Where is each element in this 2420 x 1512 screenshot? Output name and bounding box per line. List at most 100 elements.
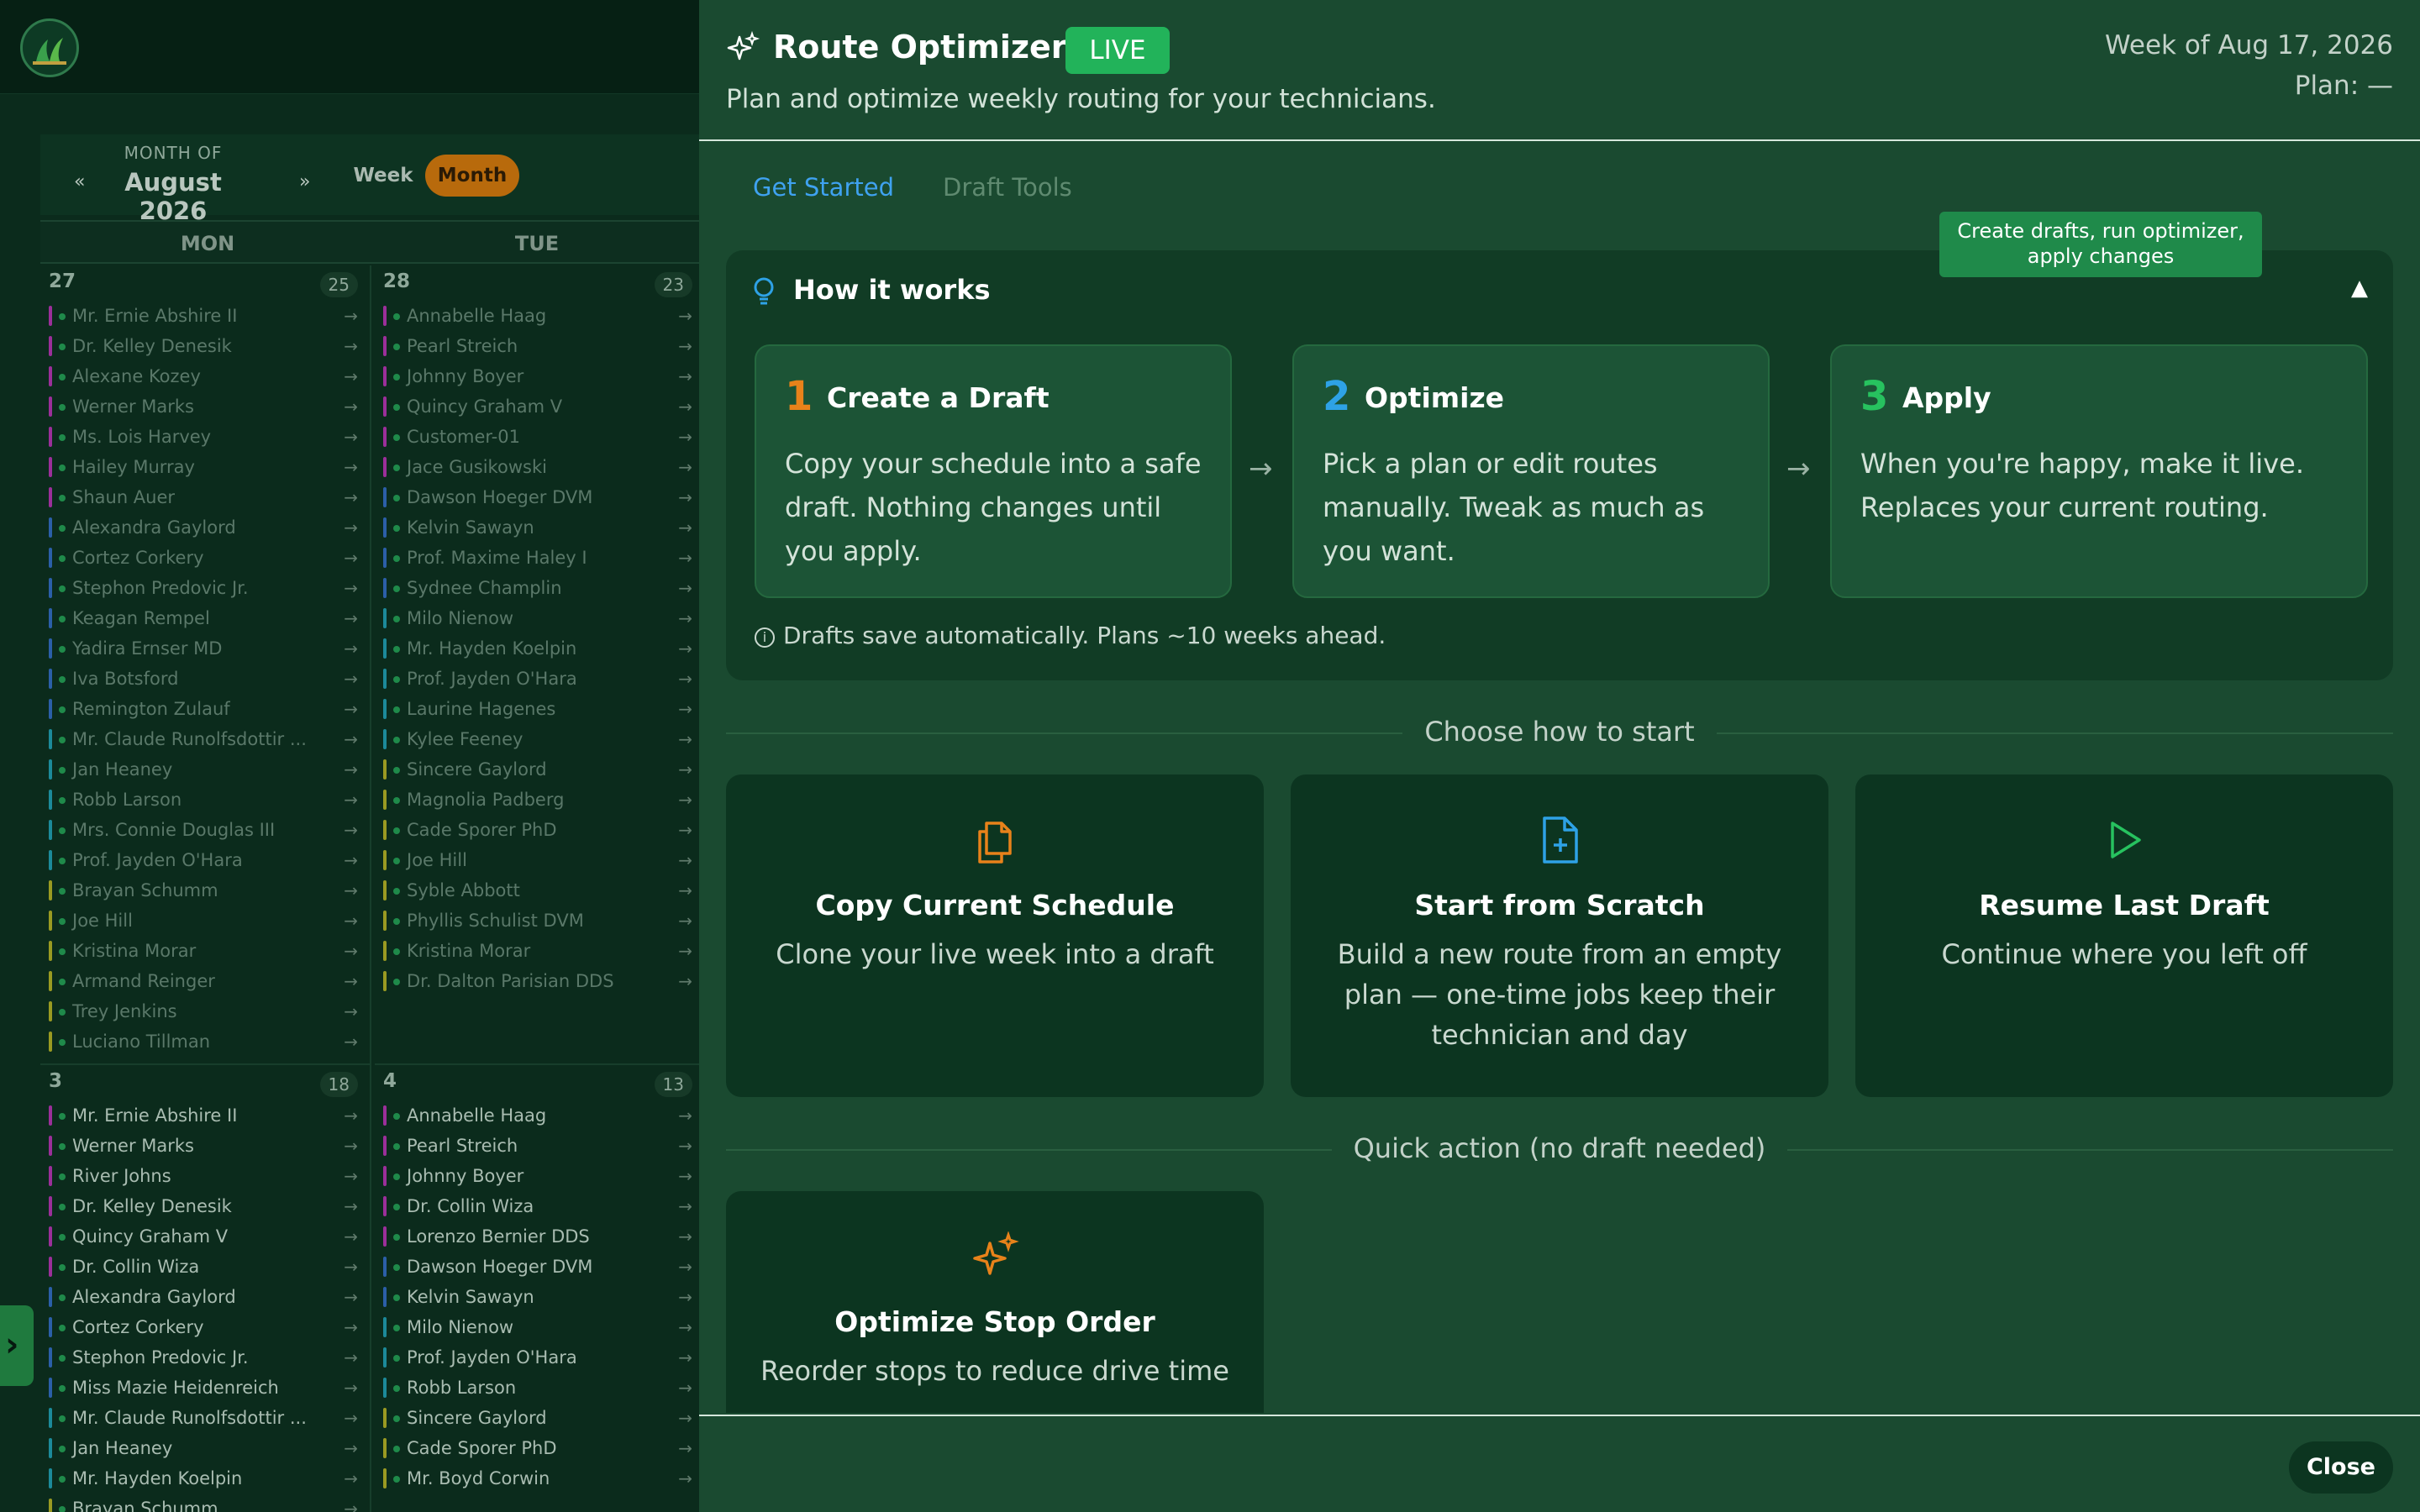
appointment-item[interactable]: Dr. Collin Wiza →: [45, 1252, 365, 1282]
status-dot-icon: [393, 495, 400, 501]
appointment-item[interactable]: Keagan Rempel →: [45, 603, 365, 633]
appointment-item[interactable]: Sydnee Champlin →: [380, 573, 699, 603]
appointment-item[interactable]: Syble Abbott →: [380, 875, 699, 906]
appointment-item[interactable]: Joe Hill →: [380, 845, 699, 875]
appointment-item[interactable]: Sincere Gaylord →: [380, 1403, 699, 1433]
appointment-item[interactable]: Milo Nienow →: [380, 603, 699, 633]
appointment-item[interactable]: Alexandra Gaylord →: [45, 1282, 365, 1312]
appointment-item[interactable]: Phyllis Schulist DVM →: [380, 906, 699, 936]
next-month-button[interactable]: »: [299, 171, 310, 192]
appointment-item[interactable]: Prof. Jayden O'Hara →: [45, 845, 365, 875]
appointment-item[interactable]: Mr. Hayden Koelpin →: [45, 1463, 365, 1494]
appointment-item[interactable]: Kelvin Sawayn →: [380, 512, 699, 543]
day-cell[interactable]: 3 18 Mr. Ernie Abshire II → Werner Marks → R…: [40, 1063, 371, 1512]
appointment-item[interactable]: River Johns →: [45, 1161, 365, 1191]
appointment-item[interactable]: Ms. Lois Harvey →: [45, 422, 365, 452]
prev-month-button[interactable]: «: [74, 171, 85, 192]
arrow-right-icon: →: [344, 1438, 358, 1458]
appointment-item[interactable]: Mr. Claude Runolfsdottir ... →: [45, 1403, 365, 1433]
tab-draft-tools[interactable]: Draft Tools: [943, 173, 1072, 202]
appointment-item[interactable]: Trey Jenkins →: [45, 996, 365, 1026]
appointment-item[interactable]: Quincy Graham V →: [380, 391, 699, 422]
appointment-item[interactable]: Dr. Collin Wiza →: [380, 1191, 699, 1221]
appointment-item[interactable]: Johnny Boyer →: [380, 361, 699, 391]
appointment-item[interactable]: Werner Marks →: [45, 1131, 365, 1161]
appointment-item[interactable]: Mrs. Connie Douglas III →: [45, 815, 365, 845]
appointment-item[interactable]: Dr. Dalton Parisian DDS →: [380, 966, 699, 996]
appointment-item[interactable]: Kylee Feeney →: [380, 724, 699, 754]
appointment-item[interactable]: Robb Larson →: [380, 1373, 699, 1403]
appointment-item[interactable]: Prof. Jayden O'Hara →: [380, 1342, 699, 1373]
appointment-item[interactable]: Annabelle Haag →: [380, 1100, 699, 1131]
appointment-item[interactable]: Alexandra Gaylord →: [45, 512, 365, 543]
day-cell[interactable]: 4 13 Annabelle Haag → Pearl Streich → Johnny…: [375, 1063, 699, 1512]
app-logo[interactable]: [20, 18, 79, 77]
appointment-item[interactable]: Armand Reinger →: [45, 966, 365, 996]
view-month-button[interactable]: Month: [425, 155, 519, 197]
appointment-item[interactable]: Customer-01 →: [380, 422, 699, 452]
close-button[interactable]: Close: [2289, 1441, 2393, 1494]
collapse-toggle-icon[interactable]: ▲: [2351, 276, 2368, 301]
step-arrow-icon: →: [1249, 452, 1273, 486]
appointment-item[interactable]: Werner Marks →: [45, 391, 365, 422]
appointment-item[interactable]: Remington Zulauf →: [45, 694, 365, 724]
appointment-item[interactable]: Dawson Hoeger DVM →: [380, 1252, 699, 1282]
appointment-item[interactable]: Cade Sporer PhD →: [380, 815, 699, 845]
appointment-item[interactable]: Quincy Graham V →: [45, 1221, 365, 1252]
appointment-item[interactable]: Robb Larson →: [45, 785, 365, 815]
appointment-item[interactable]: Mr. Claude Runolfsdottir ... →: [45, 724, 365, 754]
appointment-item[interactable]: Annabelle Haag →: [380, 301, 699, 331]
tab-get-started[interactable]: Get Started: [753, 173, 894, 202]
appointment-item[interactable]: Sincere Gaylord →: [380, 754, 699, 785]
resume-last-draft-card[interactable]: Resume Last Draft Continue where you lef…: [1855, 774, 2393, 1097]
appointment-item[interactable]: Cade Sporer PhD →: [380, 1433, 699, 1463]
appointment-item[interactable]: Jace Gusikowski →: [380, 452, 699, 482]
appointment-item[interactable]: Dr. Kelley Denesik →: [45, 331, 365, 361]
appointment-item[interactable]: Stephon Predovic Jr. →: [45, 573, 365, 603]
appointment-item[interactable]: Dr. Kelley Denesik →: [45, 1191, 365, 1221]
appointment-item[interactable]: Mr. Hayden Koelpin →: [380, 633, 699, 664]
optimize-stop-order-card[interactable]: Optimize Stop Order Reorder stops to red…: [726, 1191, 1264, 1413]
appointment-item[interactable]: Alexane Kozey →: [45, 361, 365, 391]
appointment-item[interactable]: Lorenzo Bernier DDS →: [380, 1221, 699, 1252]
appointment-item[interactable]: Brayan Schumm →: [45, 875, 365, 906]
arrow-right-icon: →: [678, 1378, 692, 1398]
appointment-item[interactable]: Pearl Streich →: [380, 1131, 699, 1161]
appointment-item[interactable]: Luciano Tillman →: [45, 1026, 365, 1057]
start-from-scratch-card[interactable]: Start from Scratch Build a new route fro…: [1291, 774, 1828, 1097]
appointment-item[interactable]: Mr. Ernie Abshire II →: [45, 1100, 365, 1131]
appointment-item[interactable]: Milo Nienow →: [380, 1312, 699, 1342]
appointment-item[interactable]: Cortez Corkery →: [45, 543, 365, 573]
appointment-item[interactable]: Johnny Boyer →: [380, 1161, 699, 1191]
arrow-right-icon: →: [344, 941, 358, 961]
appointment-item[interactable]: Mr. Ernie Abshire II →: [45, 301, 365, 331]
appointment-item[interactable]: Mr. Boyd Corwin →: [380, 1463, 699, 1494]
appointment-item[interactable]: Kristina Morar →: [45, 936, 365, 966]
appointment-item[interactable]: Dawson Hoeger DVM →: [380, 482, 699, 512]
appointment-item[interactable]: Jan Heaney →: [45, 754, 365, 785]
arrow-right-icon: →: [678, 850, 692, 870]
expand-sidebar-button[interactable]: ›: [0, 1305, 34, 1386]
appointment-item[interactable]: Prof. Jayden O'Hara →: [380, 664, 699, 694]
appointment-item[interactable]: Hailey Murray →: [45, 452, 365, 482]
view-week-button[interactable]: Week: [343, 155, 424, 197]
appointment-item[interactable]: Prof. Maxime Haley I →: [380, 543, 699, 573]
appointment-item[interactable]: Laurine Hagenes →: [380, 694, 699, 724]
appointment-item[interactable]: Yadira Ernser MD →: [45, 633, 365, 664]
appointment-item[interactable]: Jan Heaney →: [45, 1433, 365, 1463]
appointment-item[interactable]: Iva Botsford →: [45, 664, 365, 694]
appointment-name: Dawson Hoeger DVM: [407, 1257, 593, 1277]
appointment-item[interactable]: Magnolia Padberg →: [380, 785, 699, 815]
appointment-item[interactable]: Stephon Predovic Jr. →: [45, 1342, 365, 1373]
appointment-item[interactable]: Kelvin Sawayn →: [380, 1282, 699, 1312]
appointment-item[interactable]: Brayan Schumm →: [45, 1494, 365, 1512]
appointment-item[interactable]: Kristina Morar →: [380, 936, 699, 966]
appointment-item[interactable]: Joe Hill →: [45, 906, 365, 936]
day-cell[interactable]: 27 25 Mr. Ernie Abshire II → Dr. Kelley De…: [40, 265, 371, 1063]
appointment-item[interactable]: Pearl Streich →: [380, 331, 699, 361]
appointment-item[interactable]: Miss Mazie Heidenreich →: [45, 1373, 365, 1403]
copy-current-schedule-card[interactable]: Copy Current Schedule Clone your live we…: [726, 774, 1264, 1097]
day-cell[interactable]: 28 23 Annabelle Haag → Pearl Streich → Johnn…: [375, 265, 699, 1063]
appointment-item[interactable]: Shaun Auer →: [45, 482, 365, 512]
appointment-item[interactable]: Cortez Corkery →: [45, 1312, 365, 1342]
